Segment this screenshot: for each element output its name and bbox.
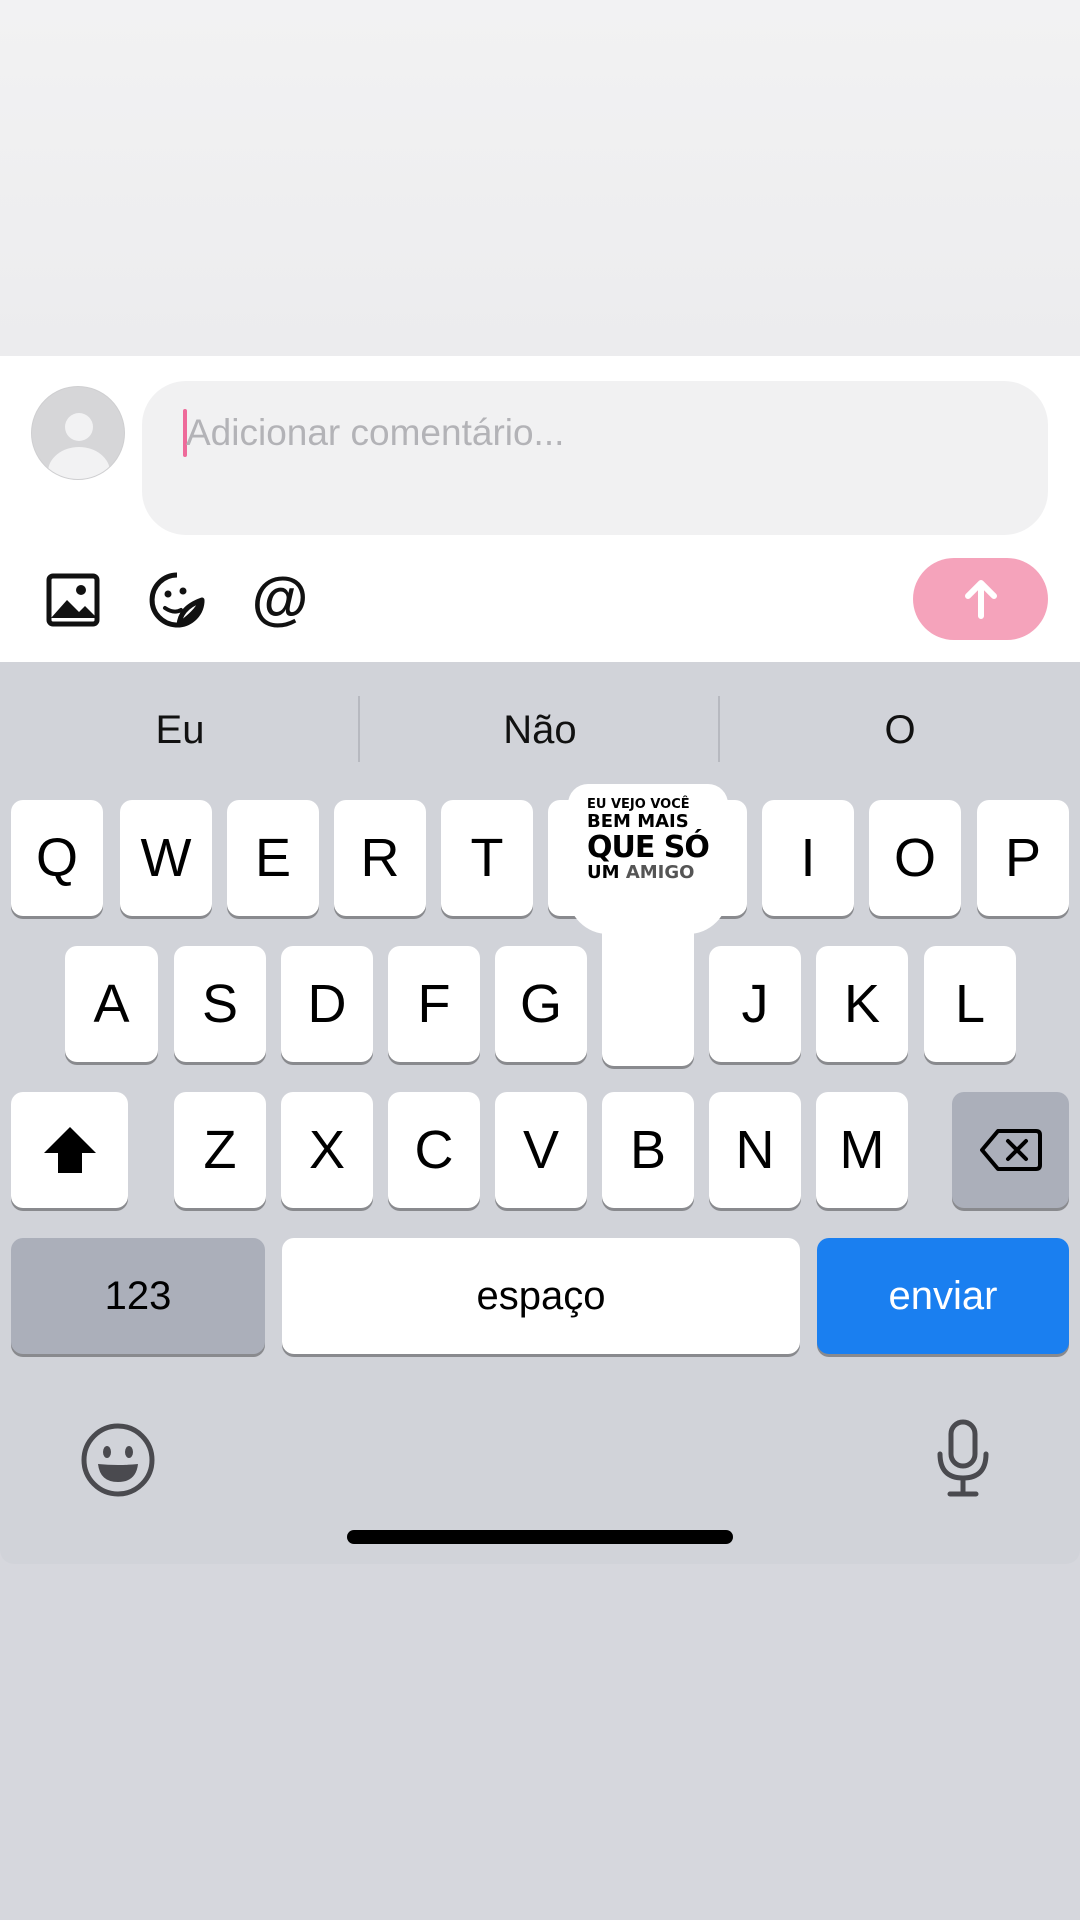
sticker-line-4b: AMIGO	[625, 862, 695, 883]
backspace-key[interactable]	[952, 1092, 1069, 1208]
key-w[interactable]: W	[120, 800, 212, 916]
image-icon[interactable]	[43, 570, 103, 630]
key-r[interactable]: R	[334, 800, 426, 916]
sticker-line-4: UM AMIGO	[587, 864, 722, 882]
key-e[interactable]: E	[227, 800, 319, 916]
key-x[interactable]: X	[281, 1092, 373, 1208]
comment-placeholder: Adicionar comentário...	[186, 412, 565, 453]
key-m[interactable]: M	[816, 1092, 908, 1208]
arrow-up-icon	[964, 580, 997, 619]
sticker-line-2: BEM MAIS	[587, 811, 689, 832]
mention-symbol: @	[252, 570, 309, 630]
shift-key[interactable]	[11, 1092, 128, 1208]
key-p[interactable]: P	[977, 800, 1069, 916]
suggestion-2[interactable]: Não	[390, 700, 690, 760]
avatar-body	[48, 447, 110, 479]
mention-icon[interactable]: @	[250, 570, 310, 630]
emoji-icon[interactable]	[80, 1422, 156, 1503]
key-a[interactable]: A	[65, 946, 158, 1062]
backspace-icon	[979, 1129, 1042, 1171]
key-s[interactable]: S	[174, 946, 266, 1062]
key-c[interactable]: C	[388, 1092, 480, 1208]
background-content	[0, 0, 1080, 356]
key-q[interactable]: Q	[11, 800, 103, 916]
home-indicator	[347, 1530, 733, 1544]
avatar	[31, 386, 125, 480]
suggestion-3[interactable]: O	[750, 700, 1050, 760]
sticker-line-1: EU VEJO VOCÊ	[587, 797, 690, 812]
key-t[interactable]: T	[441, 800, 533, 916]
sticker-line-3: QUE SÓ	[587, 830, 710, 865]
suggestion-divider	[358, 696, 360, 762]
key-f[interactable]: F	[388, 946, 480, 1062]
key-z[interactable]: Z	[174, 1092, 266, 1208]
send-key[interactable]: enviar	[817, 1238, 1069, 1354]
key-preview-popup: EU VEJO VOCÊ BEM MAIS QUE SÓ UM AMIGO	[568, 784, 728, 1066]
key-l[interactable]: L	[924, 946, 1016, 1062]
comment-input[interactable]: Adicionar comentário...	[142, 381, 1048, 535]
key-v[interactable]: V	[495, 1092, 587, 1208]
avatar-head	[65, 413, 93, 441]
numbers-key[interactable]: 123	[11, 1238, 265, 1354]
sticker-line-4a: UM	[587, 862, 620, 883]
shift-icon	[43, 1127, 96, 1173]
key-n[interactable]: N	[709, 1092, 801, 1208]
microphone-icon[interactable]	[932, 1418, 994, 1505]
key-o[interactable]: O	[869, 800, 961, 916]
key-b[interactable]: B	[602, 1092, 694, 1208]
key-i[interactable]: I	[762, 800, 854, 916]
sticker-icon[interactable]	[147, 570, 207, 630]
suggestion-1[interactable]: Eu	[30, 700, 330, 760]
space-key[interactable]: espaço	[282, 1238, 800, 1354]
send-button[interactable]	[913, 558, 1048, 640]
key-d[interactable]: D	[281, 946, 373, 1062]
key-k[interactable]: K	[816, 946, 908, 1062]
suggestion-divider	[718, 696, 720, 762]
keyboard: Eu Não O Q W E R T Y U I O P A S D F G J…	[0, 662, 1080, 1564]
popup-sticker: EU VEJO VOCÊ BEM MAIS QUE SÓ UM AMIGO	[587, 798, 722, 882]
